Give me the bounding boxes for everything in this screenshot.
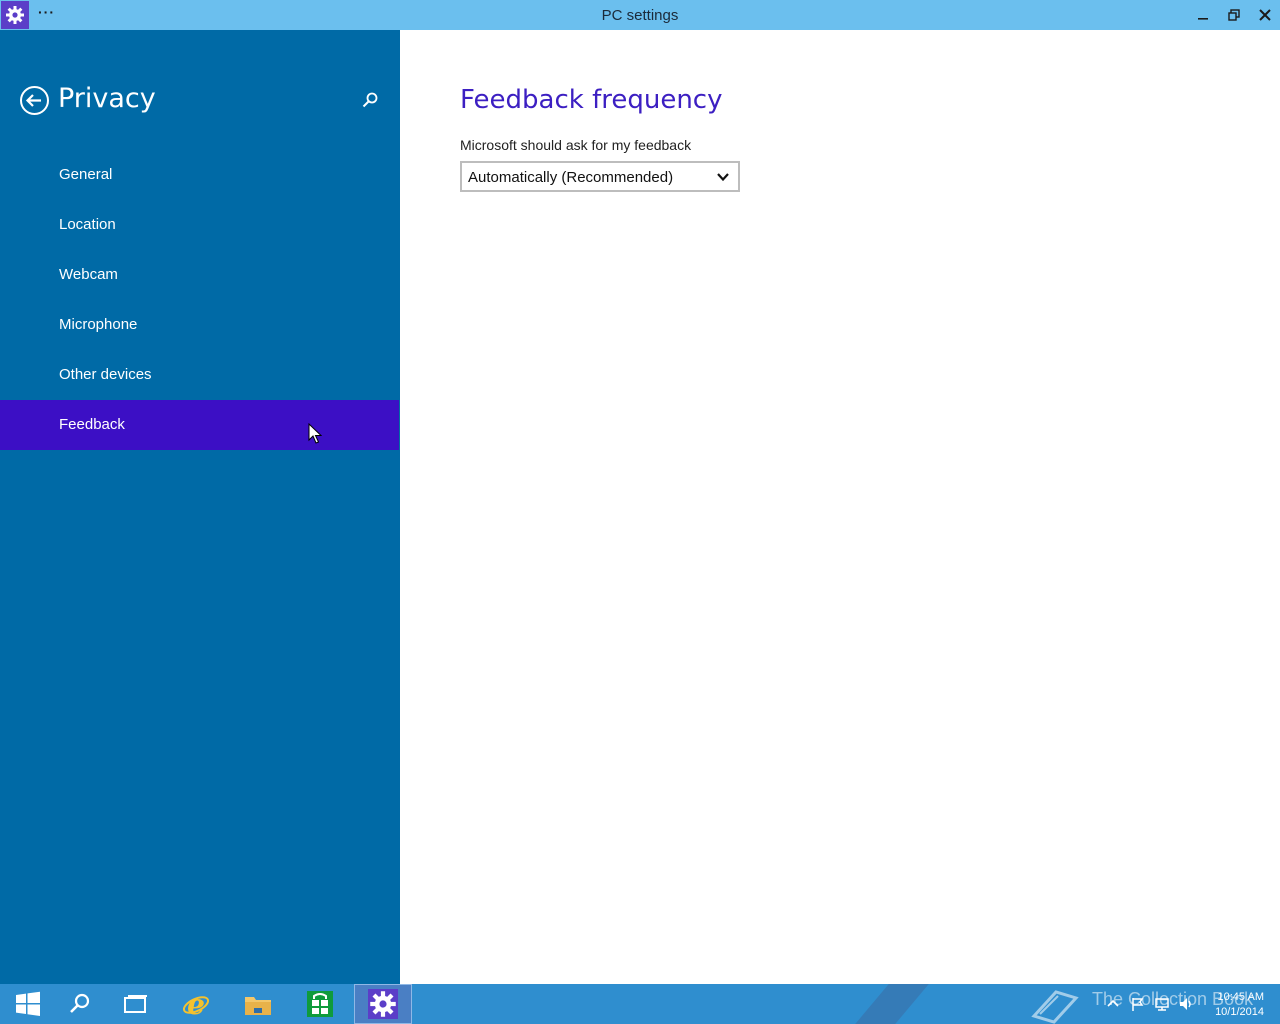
volume-icon[interactable] [1178,996,1194,1012]
close-icon [1259,9,1271,21]
task-view-icon [124,995,147,1013]
settings-icon [368,989,398,1019]
store-button[interactable] [292,984,348,1024]
restore-button[interactable] [1218,0,1250,30]
system-clock[interactable]: 10:45 AM 10/1/2014 [1215,990,1264,1020]
back-arrow-icon [20,86,49,115]
back-button[interactable] [19,85,50,116]
restore-icon [1228,9,1240,21]
clock-time: 10:45 AM [1217,991,1264,1003]
sidebar-item-label: Feedback [59,416,125,433]
book-logo-icon [1031,990,1079,1024]
taskbar-decoration [855,984,929,1024]
action-center-flag-icon[interactable] [1130,996,1146,1012]
section-title: Feedback frequency [460,85,723,115]
settings-taskbar-button[interactable] [354,984,412,1024]
task-view-button[interactable] [108,984,164,1024]
sidebar-item-webcam[interactable]: Webcam [0,250,399,300]
svg-text:e: e [187,989,205,1019]
file-explorer-button[interactable] [230,984,286,1024]
sidebar-item-label: General [59,166,113,183]
minimize-icon [1198,18,1208,20]
taskbar: e The Collection Book 10:45 AM 10/1/2014 [0,984,1280,1024]
chevron-down-icon [717,173,729,182]
feedback-frequency-dropdown[interactable]: Automatically (Recommended) [460,161,740,192]
dropdown-selected-value: Automatically (Recommended) [468,169,674,186]
sidebar-item-label: Webcam [59,266,118,283]
close-button[interactable] [1249,0,1280,30]
page-title: Privacy [58,83,156,114]
feedback-frequency-label: Microsoft should ask for my feedback [460,137,692,153]
sidebar-item-general[interactable]: General [0,150,399,200]
main-content: Feedback frequency Microsoft should ask … [400,30,1280,984]
minimize-button[interactable] [1187,0,1219,30]
sidebar-item-other-devices[interactable]: Other devices [0,350,399,400]
sidebar-item-feedback[interactable]: Feedback [0,400,399,450]
title-bar: ··· PC settings [0,0,1280,30]
sidebar-nav: General Location Webcam Microphone Other… [0,150,400,450]
store-icon [307,991,333,1017]
internet-explorer-button[interactable]: e [168,984,224,1024]
network-icon[interactable] [1154,996,1170,1012]
window-title: PC settings [601,7,679,24]
taskbar-search-button[interactable] [52,984,108,1024]
sidebar-item-label: Microphone [59,316,138,333]
sidebar-item-microphone[interactable]: Microphone [0,300,399,350]
search-icon [70,993,90,1013]
sidebar-item-label: Location [59,216,116,233]
show-hidden-icons-chevron-up-icon[interactable] [1105,996,1121,1012]
internet-explorer-icon: e [182,989,210,1019]
mouse-cursor-icon [308,423,322,444]
search-icon[interactable] [360,90,380,110]
start-icon [16,991,40,1016]
start-button[interactable] [0,984,56,1024]
sidebar-item-label: Other devices [59,366,152,383]
sidebar-item-location[interactable]: Location [0,200,399,250]
clock-date: 10/1/2014 [1215,1006,1264,1018]
sidebar: Privacy General Location Webcam Micropho… [0,30,400,984]
file-explorer-icon [245,997,271,1015]
